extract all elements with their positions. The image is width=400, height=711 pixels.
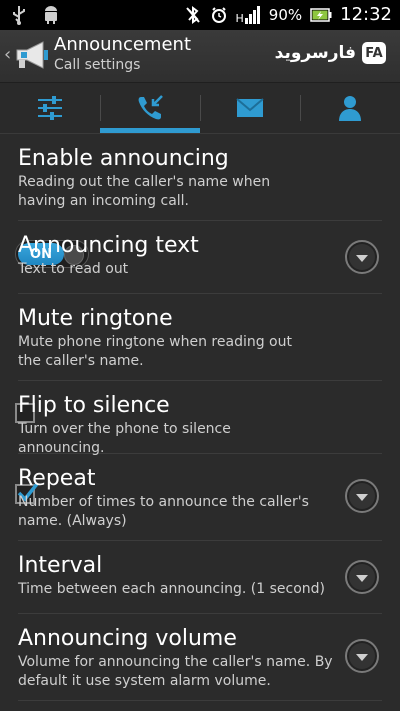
megaphone-icon[interactable] [13, 38, 49, 72]
setting-title: Announcing text [18, 233, 199, 258]
status-right: H 90% 12:32 [184, 4, 392, 25]
battery-charging-icon [310, 7, 332, 22]
dropdown-button[interactable] [345, 240, 379, 274]
chevron-down-icon [356, 494, 368, 501]
android-icon [45, 6, 57, 24]
back-chevron-icon[interactable]: ‹ [4, 44, 11, 65]
action-bar: ‹ Announcement Call settings فارسروید FA [0, 30, 400, 83]
setting-summary: Time between each announcing. (1 second) [18, 581, 326, 597]
setting-flip-to-silence[interactable]: Flip to silence Turn over the phone to s… [15, 381, 382, 504]
setting-announcing-text[interactable]: Announcing text Text to read out [18, 221, 382, 294]
setting-title: Interval [18, 553, 103, 578]
setting-enable-announcing[interactable]: Enable announcing Reading out the caller… [15, 134, 382, 268]
settings-list: Enable announcing Reading out the caller… [0, 134, 400, 701]
setting-summary: Mute phone ringtone when reading out the… [18, 334, 292, 369]
tab-general[interactable] [0, 83, 100, 133]
tab-contacts[interactable] [300, 83, 400, 133]
tab-bar [0, 83, 400, 134]
setting-summary: Text to read out [18, 261, 129, 277]
dropdown-button[interactable] [345, 560, 379, 594]
tab-call[interactable] [100, 83, 200, 133]
brand-watermark: فارسروید FA [275, 42, 386, 64]
phone-incoming-icon [138, 95, 163, 120]
person-icon [339, 96, 361, 121]
dropdown-button[interactable] [345, 639, 379, 673]
setting-repeat[interactable]: Repeat Number of times to announce the c… [18, 454, 382, 541]
setting-summary: Turn over the phone to silence announcin… [18, 421, 231, 456]
setting-summary: Volume for announcing the caller's name.… [18, 654, 333, 689]
brand-badge: FA [362, 42, 386, 64]
setting-title: Flip to silence [18, 393, 170, 418]
setting-interval[interactable]: Interval Time between each announcing. (… [18, 541, 382, 614]
setting-title: Announcing volume [18, 626, 237, 651]
status-left [10, 5, 60, 25]
tab-message[interactable] [200, 83, 300, 133]
usb-icon [13, 6, 25, 25]
chevron-down-icon [356, 575, 368, 582]
envelope-icon [236, 98, 264, 117]
bluetooth-off-icon [185, 5, 200, 24]
battery-percent: 90% [268, 5, 303, 24]
alarm-clock-icon [211, 6, 226, 23]
setting-title: Repeat [18, 466, 96, 491]
setting-title: Mute ringtone [18, 306, 173, 331]
clock-time: 12:32 [340, 4, 392, 25]
setting-summary: Number of times to announce the caller's… [18, 494, 309, 529]
setting-title: Enable announcing [18, 146, 229, 171]
app-subtitle: Call settings [54, 57, 141, 73]
brand-text: فارسروید [274, 43, 356, 63]
signal-icon: H [235, 5, 261, 25]
network-label: H [235, 11, 244, 25]
dropdown-button[interactable] [345, 479, 379, 513]
setting-announcing-volume[interactable]: Announcing volume Volume for announcing … [18, 614, 382, 701]
sliders-icon [38, 96, 62, 120]
app-title: Announcement [54, 34, 192, 55]
chevron-down-icon [356, 654, 368, 661]
status-bar: H 90% 12:32 [0, 0, 400, 30]
chevron-down-icon [356, 255, 368, 262]
setting-mute-ringtone[interactable]: Mute ringtone Mute phone ringtone when r… [15, 294, 382, 423]
setting-summary: Reading out the caller's name when havin… [18, 174, 271, 209]
